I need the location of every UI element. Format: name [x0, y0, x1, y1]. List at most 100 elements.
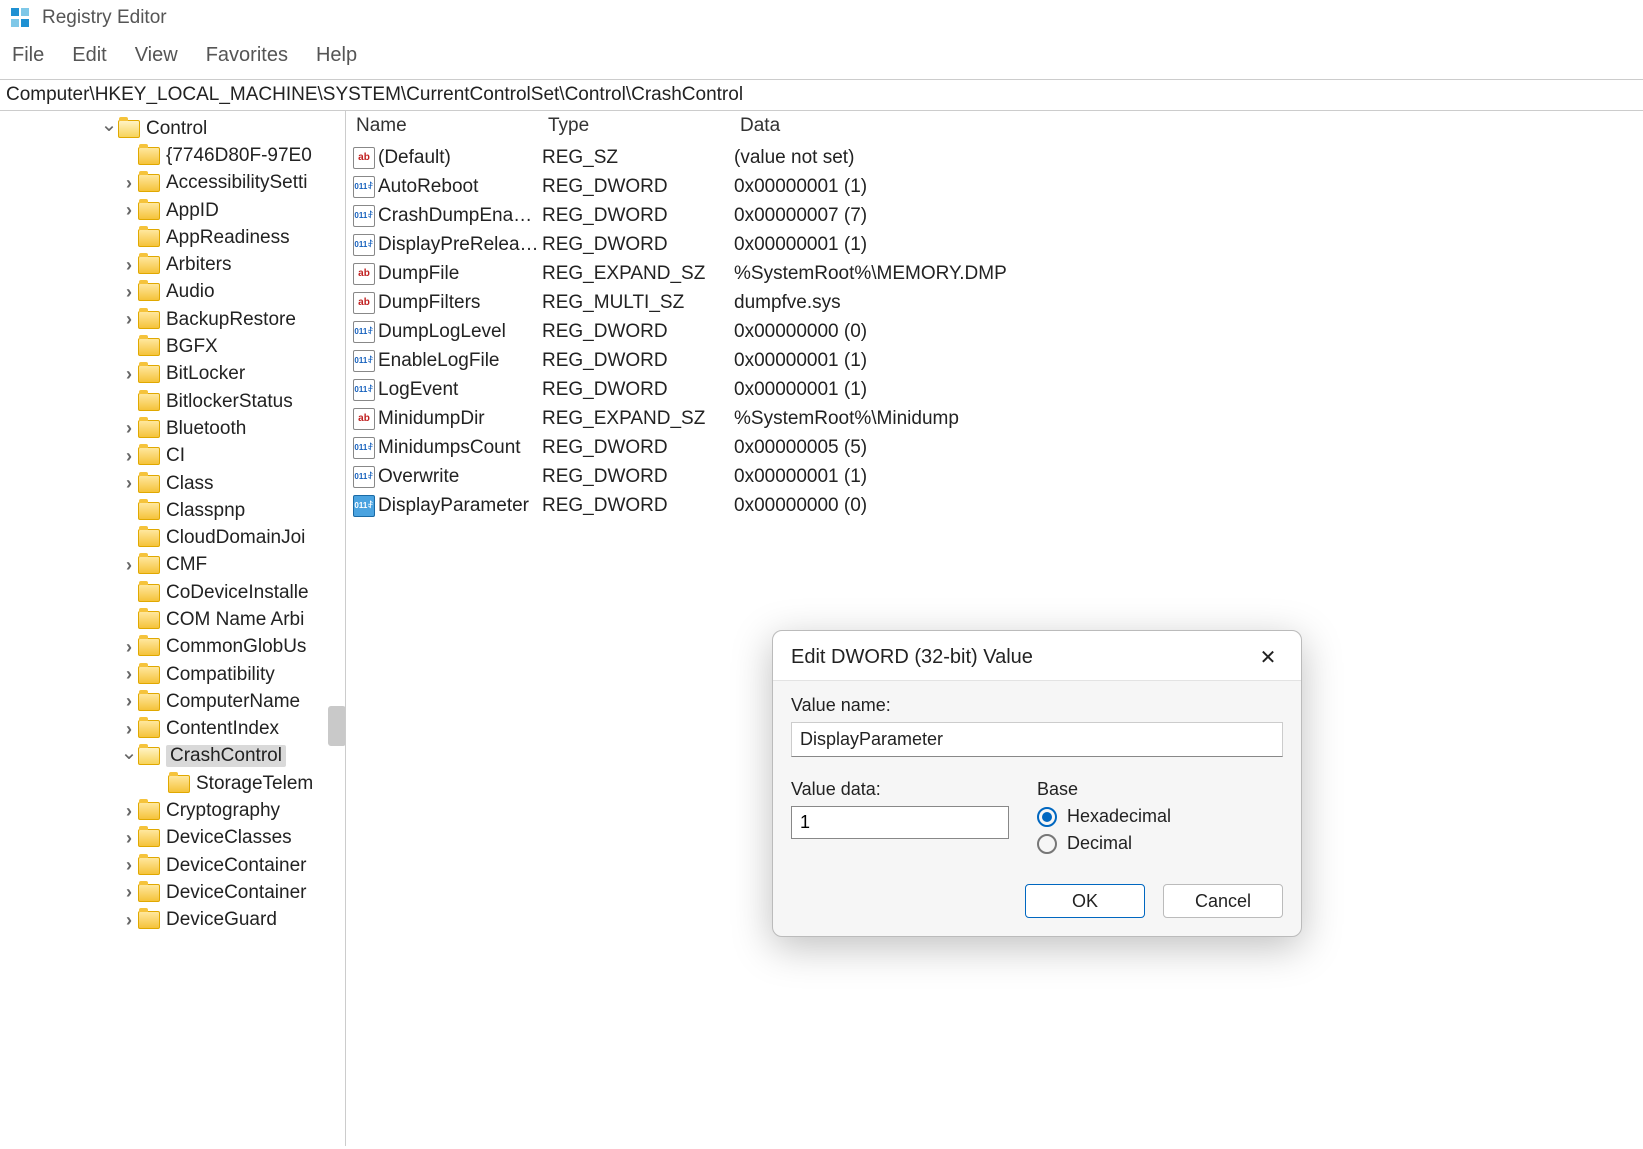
tree-node[interactable]: ›CommonGlobUs — [0, 634, 345, 661]
value-row[interactable]: LogEventREG_DWORD0x00000001 (1) — [346, 375, 1643, 404]
chevron-right-icon[interactable]: › — [120, 855, 138, 876]
value-data: 0x00000005 (5) — [734, 437, 867, 459]
close-icon[interactable]: ✕ — [1253, 645, 1283, 670]
chevron-right-icon[interactable]: › — [120, 664, 138, 685]
value-row[interactable]: MinidumpDirREG_EXPAND_SZ%SystemRoot%\Min… — [346, 404, 1643, 433]
folder-icon — [138, 720, 160, 738]
column-name[interactable]: Name — [356, 115, 548, 137]
tree-node[interactable]: ›ComputerName — [0, 688, 345, 715]
tree-node[interactable]: ›DeviceGuard — [0, 907, 345, 934]
chevron-right-icon[interactable]: › — [120, 882, 138, 903]
column-type[interactable]: Type — [548, 115, 740, 137]
value-data: %SystemRoot%\Minidump — [734, 408, 959, 430]
chevron-right-icon[interactable]: › — [120, 473, 138, 494]
value-type: REG_EXPAND_SZ — [542, 408, 734, 430]
ok-button[interactable]: OK — [1025, 884, 1145, 918]
tree-node[interactable]: › CMF — [0, 552, 345, 579]
value-type: REG_DWORD — [542, 437, 734, 459]
tree-node[interactable]: ›ContentIndex — [0, 716, 345, 743]
tree-pane[interactable]: ⌄Control{7746D80F-97E0›AccessibilitySett… — [0, 111, 346, 1146]
tree-node[interactable]: ›CI — [0, 443, 345, 470]
chevron-right-icon[interactable]: › — [120, 637, 138, 658]
app-icon — [10, 7, 32, 29]
tree-node[interactable]: › DeviceContainer — [0, 879, 345, 906]
chevron-down-icon[interactable]: ⌄ — [120, 740, 138, 765]
tree-node[interactable]: ›Compatibility — [0, 661, 345, 688]
value-row[interactable]: EnableLogFileREG_DWORD0x00000001 (1) — [346, 346, 1643, 375]
value-name-field[interactable]: DisplayParameter — [791, 722, 1283, 757]
chevron-right-icon[interactable]: › — [120, 801, 138, 822]
chevron-right-icon[interactable]: › — [120, 309, 138, 330]
tree-node[interactable]: COM Name Arbi — [0, 606, 345, 633]
chevron-right-icon[interactable]: › — [120, 173, 138, 194]
value-row[interactable]: DumpFileREG_EXPAND_SZ%SystemRoot%\MEMORY… — [346, 259, 1643, 288]
tree-node[interactable]: ›AppID — [0, 197, 345, 224]
value-name-label: Value name: — [791, 695, 1283, 716]
menu-edit[interactable]: Edit — [72, 44, 106, 67]
value-type: REG_DWORD — [542, 350, 734, 372]
radio-decimal[interactable]: Decimal — [1037, 833, 1171, 854]
tree-node[interactable]: ›BitLocker — [0, 361, 345, 388]
value-row[interactable]: DisplayPreReleas...REG_DWORD0x00000001 (… — [346, 230, 1643, 259]
value-data-input[interactable] — [791, 806, 1009, 839]
column-data[interactable]: Data — [740, 115, 780, 137]
radio-hexadecimal[interactable]: Hexadecimal — [1037, 806, 1171, 827]
value-data: 0x00000001 (1) — [734, 350, 867, 372]
tree-node[interactable]: AppReadiness — [0, 224, 345, 251]
value-row[interactable]: MinidumpsCountREG_DWORD0x00000005 (5) — [346, 433, 1643, 462]
chevron-right-icon[interactable]: › — [120, 691, 138, 712]
value-row[interactable]: AutoRebootREG_DWORD0x00000001 (1) — [346, 172, 1643, 201]
chevron-right-icon[interactable]: › — [120, 910, 138, 931]
tree-node[interactable]: ›DeviceContainer — [0, 852, 345, 879]
tree-node[interactable]: {7746D80F-97E0 — [0, 142, 345, 169]
value-row[interactable]: CrashDumpEnabl...REG_DWORD0x00000007 (7) — [346, 201, 1643, 230]
tree-node-label: StorageTelem — [196, 773, 313, 795]
tree-node[interactable]: ›Audio — [0, 279, 345, 306]
value-type: REG_DWORD — [542, 466, 734, 488]
value-row[interactable]: (Default)REG_SZ(value not set) — [346, 143, 1643, 172]
tree-node[interactable]: ⌄CrashControl — [0, 743, 345, 770]
tree-node[interactable]: ›Arbiters — [0, 251, 345, 278]
address-bar[interactable]: Computer\HKEY_LOCAL_MACHINE\SYSTEM\Curre… — [0, 79, 1643, 111]
tree-node[interactable]: BitlockerStatus — [0, 388, 345, 415]
tree-node[interactable]: BGFX — [0, 333, 345, 360]
tree-node-label: DeviceContainer — [166, 882, 306, 904]
chevron-right-icon[interactable]: › — [120, 555, 138, 576]
tree-node[interactable]: ⌄Control — [0, 115, 345, 142]
chevron-right-icon[interactable]: › — [120, 282, 138, 303]
tree-node[interactable]: ›Class — [0, 470, 345, 497]
value-data: (value not set) — [734, 147, 854, 169]
scrollbar-thumb[interactable] — [328, 706, 346, 746]
menu-view[interactable]: View — [135, 44, 178, 67]
tree-node[interactable]: ›BackupRestore — [0, 306, 345, 333]
chevron-right-icon[interactable]: › — [120, 364, 138, 385]
chevron-right-icon[interactable]: › — [120, 828, 138, 849]
chevron-right-icon[interactable]: › — [120, 418, 138, 439]
value-row[interactable]: DumpLogLevelREG_DWORD0x00000000 (0) — [346, 317, 1643, 346]
value-name: DumpLogLevel — [378, 321, 542, 343]
tree-node[interactable]: StorageTelem — [0, 770, 345, 797]
chevron-right-icon[interactable]: › — [120, 200, 138, 221]
chevron-right-icon[interactable]: › — [120, 719, 138, 740]
tree-node[interactable]: Classpnp — [0, 497, 345, 524]
tree-node[interactable]: ›Bluetooth — [0, 415, 345, 442]
value-row[interactable]: DisplayParameterREG_DWORD0x00000000 (0) — [346, 491, 1643, 520]
tree-node[interactable]: CloudDomainJoi — [0, 524, 345, 551]
tree-node[interactable]: CoDeviceInstalle — [0, 579, 345, 606]
chevron-right-icon[interactable]: › — [120, 255, 138, 276]
value-row[interactable]: DumpFiltersREG_MULTI_SZdumpfve.sys — [346, 288, 1643, 317]
value-type: REG_DWORD — [542, 234, 734, 256]
tree-node[interactable]: ›Cryptography — [0, 797, 345, 824]
menu-favorites[interactable]: Favorites — [206, 44, 288, 67]
menu-file[interactable]: File — [12, 44, 44, 67]
cancel-button[interactable]: Cancel — [1163, 884, 1283, 918]
chevron-down-icon[interactable]: ⌄ — [100, 112, 118, 137]
value-row[interactable]: OverwriteREG_DWORD0x00000001 (1) — [346, 462, 1643, 491]
folder-icon — [138, 611, 160, 629]
tree-node[interactable]: ›AccessibilitySetti — [0, 170, 345, 197]
chevron-right-icon[interactable]: › — [120, 446, 138, 467]
value-data: 0x00000001 (1) — [734, 379, 867, 401]
tree-node-label: CMF — [166, 554, 207, 576]
menu-help[interactable]: Help — [316, 44, 357, 67]
tree-node[interactable]: ›DeviceClasses — [0, 825, 345, 852]
